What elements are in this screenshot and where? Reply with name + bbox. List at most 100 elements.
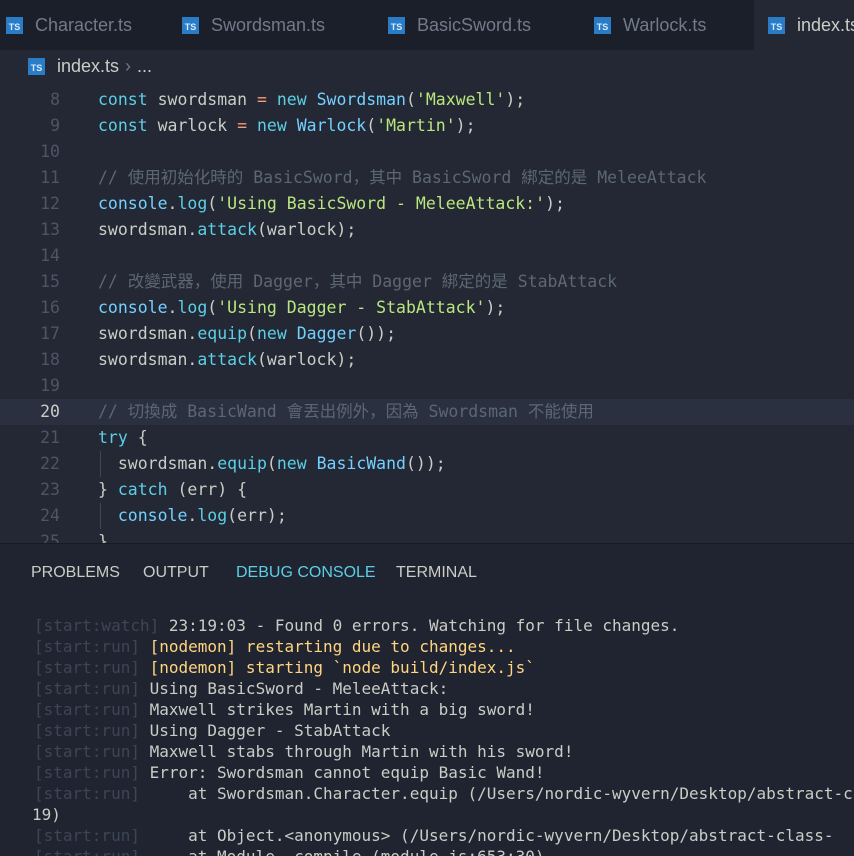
code-token: }: [98, 532, 108, 543]
code-text: swordsman.attack(warlock);: [98, 217, 356, 243]
code-line[interactable]: 21 try {: [0, 425, 854, 451]
terminal-prefix: [start:run]: [34, 721, 140, 740]
code-line[interactable]: 19: [0, 373, 854, 399]
code-token: // 改變武器，使用 Dagger，其中 Dagger 綁定的是 StabAtt…: [98, 272, 618, 291]
tab-warlock-ts[interactable]: TS Warlock.ts: [580, 0, 768, 50]
panel-tab-terminal[interactable]: TERMINAL: [396, 564, 477, 582]
code-token: const: [98, 116, 148, 135]
code-line[interactable]: 24 console.log(err);: [0, 503, 854, 529]
code-token: log: [177, 298, 208, 317]
code-token: (: [207, 298, 218, 317]
line-number: 17: [40, 324, 60, 343]
code-line[interactable]: 23} catch (err) {: [0, 477, 854, 503]
code-line[interactable]: 16 console.log('Using Dagger - StabAttack…: [0, 295, 854, 321]
terminal-line: [start:run] at Object.<anonymous> (/User…: [34, 825, 834, 846]
code-line[interactable]: 15 // 改變武器，使用 Dagger，其中 Dagger 綁定的是 StabA…: [0, 269, 854, 295]
terminal-prefix: [start:run]: [34, 637, 140, 656]
code-token: Swordsman: [316, 90, 406, 109]
code-token: try: [98, 428, 128, 447]
tab-index-ts[interactable]: TS index.ts: [754, 0, 854, 50]
code-token: console: [98, 298, 168, 317]
code-token: swordsman.: [98, 350, 198, 369]
tab-swordsman-ts[interactable]: TS Swordsman.ts: [168, 0, 388, 50]
terminal-line: [start:run] at Swordsman.Character.equip…: [34, 783, 854, 804]
code-editor[interactable]: 8 const swordsman = new Swordsman('Maxwel…: [0, 83, 854, 543]
code-token: attack: [197, 220, 257, 239]
bottom-panel: PROBLEMS OUTPUT DEBUG CONSOLE TERMINAL [sta…: [0, 543, 854, 856]
terminal-text: at Swordsman.Character.equip (/Users/nor…: [139, 784, 854, 803]
line-number: 9: [50, 116, 60, 135]
code-token: (warlock);: [256, 350, 357, 369]
terminal-line: [start:run] Maxwell strikes Martin with …: [34, 699, 535, 720]
tab-character-ts[interactable]: TS Character.ts: [0, 0, 176, 50]
tab-label: Swordsman.ts: [211, 14, 326, 35]
breadcrumb[interactable]: TS index.ts › ...: [0, 50, 854, 83]
terminal-line: [start:run] Using Dagger - StabAttack: [34, 720, 390, 741]
code-text: try {: [98, 425, 148, 451]
line-number: 10: [40, 142, 60, 161]
terminal-prefix: [start:run]: [34, 784, 140, 803]
code-token: swordsman.: [98, 220, 198, 239]
code-token: console: [117, 506, 188, 525]
terminal-text: Maxwell strikes Martin with a big sword!: [139, 700, 535, 719]
code-token: new: [276, 454, 307, 473]
code-token: Dagger: [296, 324, 357, 343]
code-token: const: [98, 90, 148, 109]
line-number: 21: [40, 428, 60, 447]
code-token: ());: [356, 324, 397, 343]
code-token: =: [237, 116, 248, 135]
terminal-line: [start:run] [nodemon] starting `node bui…: [34, 657, 535, 678]
code-line[interactable]: 17 swordsman.equip(new Dagger());: [0, 321, 854, 347]
line-number: 15: [40, 272, 60, 291]
code-token: warlock: [147, 116, 238, 135]
code-token: 'Martin': [376, 116, 456, 135]
panel-tab-output[interactable]: OUTPUT: [143, 564, 209, 582]
terminal-line: [start:run] [nodemon] restarting due to …: [34, 636, 516, 657]
line-number: 22: [40, 454, 60, 473]
panel-tab-debug-console[interactable]: DEBUG CONSOLE: [236, 564, 376, 582]
code-token: .: [167, 298, 178, 317]
code-line[interactable]: 10: [0, 139, 854, 165]
terminal-text: at Object.<anonymous> (/Users/nordic-wyv…: [139, 826, 834, 845]
line-number: 8: [50, 90, 60, 109]
panel-tab-problems[interactable]: PROBLEMS: [31, 564, 120, 582]
code-token: log: [197, 506, 228, 525]
code-token: 'Using Dagger - StabAttack': [217, 298, 486, 317]
breadcrumb-file[interactable]: index.ts: [57, 56, 119, 77]
code-line[interactable]: 9 const warlock = new Warlock('Martin');: [0, 113, 854, 139]
code-line[interactable]: 8 const swordsman = new Swordsman('Maxwel…: [0, 87, 854, 113]
code-line[interactable]: 12 console.log('Using BasicSword - MeleeA…: [0, 191, 854, 217]
code-line[interactable]: 13 swordsman.attack(warlock);: [0, 217, 854, 243]
code-text: console.log('Using BasicSword - MeleeAtt…: [98, 191, 565, 217]
code-text: const swordsman = new Swordsman('Maxwell…: [98, 87, 525, 113]
line-number: 16: [40, 298, 60, 317]
line-number: 20: [40, 402, 60, 421]
code-token: console: [98, 194, 168, 213]
code-line[interactable]: 20 // 切換成 BasicWand 會丟出例外，因為 Swordsman 不能…: [0, 399, 854, 425]
code-token: new: [256, 116, 287, 135]
code-token: ());: [405, 454, 446, 473]
code-token: }: [98, 480, 118, 499]
code-token: );: [485, 298, 506, 317]
code-token: .: [187, 506, 198, 525]
typescript-file-icon: TS: [182, 16, 199, 34]
code-text: console.log('Using Dagger - StabAttack')…: [98, 295, 505, 321]
code-line[interactable]: 14: [0, 243, 854, 269]
code-text: // 改變武器，使用 Dagger，其中 Dagger 綁定的是 StabAtt…: [98, 269, 617, 295]
code-line[interactable]: 18 swordsman.attack(warlock);: [0, 347, 854, 373]
terminal-prefix: [start:run]: [34, 658, 140, 677]
code-line[interactable]: 11 // 使用初始化時的 BasicSword，其中 BasicSword 綁定…: [0, 165, 854, 191]
terminal-line: [start:run] Using BasicSword - MeleeAtta…: [34, 678, 448, 699]
code-line[interactable]: 25}: [0, 529, 854, 543]
code-token: new: [256, 324, 287, 343]
code-line[interactable]: 22 swordsman.equip(new BasicWand());: [0, 451, 854, 477]
breadcrumb-rest[interactable]: ...: [137, 56, 152, 77]
tab-basicsword-ts[interactable]: TS BasicSword.ts: [374, 0, 594, 50]
code-token: swordsman: [147, 90, 257, 109]
typescript-file-icon: TS: [768, 16, 785, 34]
typescript-file-icon: TS: [594, 16, 611, 34]
code-token: =: [256, 90, 267, 109]
